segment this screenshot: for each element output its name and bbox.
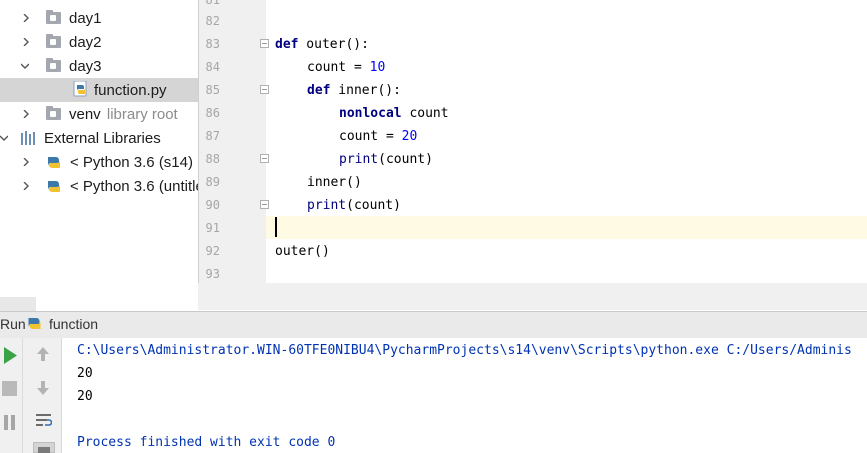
run-tab-label[interactable]: Run [0,316,26,332]
chevron-right-icon[interactable] [22,182,30,190]
python-sdk-icon [48,157,60,168]
tree-item-label: < Python 3.6 (untitled) [70,178,198,195]
console-exit-message: Process finished with exit code 0 [77,435,336,450]
code-text: count = [307,60,370,75]
builtin-print: print [339,152,379,167]
pause-icon[interactable] [3,415,17,430]
tree-item-python-untitled[interactable]: < Python 3.6 (untitled) [0,175,198,199]
fold-marker[interactable] [260,200,269,209]
line-number: 85 [205,83,220,97]
tree-item-label: External Libraries [44,130,161,147]
code-text: outer(): [298,37,369,52]
rerun-icon[interactable] [3,347,17,364]
console-output-line: 20 [77,389,93,404]
folder-icon [46,106,61,120]
tree-item-label: day1 [69,10,102,27]
tree-item-label: venv library root [69,107,178,123]
fold-marker[interactable] [260,85,269,94]
tree-item-day1[interactable]: day1 [0,7,198,31]
tree-item-external-libraries[interactable]: External Libraries [0,127,198,151]
folder-icon [46,34,61,48]
line-number: 82 [205,14,220,28]
python-run-config-icon [28,318,41,329]
console-toolbar [23,338,62,453]
python-sdk-icon [48,181,60,192]
code-line: count = 20 [339,129,417,144]
keyword-def: def [307,83,331,98]
code-text: (count) [378,152,433,167]
console-output-line: 20 [77,366,93,381]
folder-icon [46,10,61,24]
chevron-down-icon[interactable] [21,62,29,70]
line-number: 92 [205,244,220,258]
python-file-icon [73,81,87,97]
code-text: (count) [346,198,401,213]
tree-item-python-s14[interactable]: < Python 3.6 (s14) [0,151,198,175]
chevron-right-icon[interactable] [22,158,30,166]
line-number: 81 [205,0,220,7]
line-number: 91 [205,221,220,235]
keyword-nonlocal: nonlocal [339,106,402,121]
tree-item-day3[interactable]: day3 [0,55,198,79]
caret-line-highlight [266,216,867,239]
print-icon[interactable] [33,442,55,453]
code-line: outer() [275,244,330,259]
text-caret [275,217,277,237]
code-text: count [401,106,449,121]
chevron-right-icon[interactable] [22,110,30,118]
folder-icon [46,58,61,72]
chevron-down-icon[interactable] [0,134,8,142]
code-line: print(count) [307,198,401,213]
chevron-right-icon[interactable] [22,14,30,22]
line-number: 87 [205,129,220,143]
line-number: 93 [205,267,220,281]
tree-item-label: day2 [69,34,102,51]
fold-marker[interactable] [260,154,269,163]
soft-wrap-icon[interactable] [35,412,52,429]
venv-label: venv [69,106,101,123]
arrow-up-icon[interactable] [36,346,50,362]
tree-item-label: function.py [94,82,167,99]
line-number: 83 [205,37,220,51]
code-line: print(count) [339,152,433,167]
project-tree: day1 day2 day3 function.py venv library … [0,0,198,295]
code-line: inner() [307,175,362,190]
tree-item-venv[interactable]: venv library root [0,103,198,127]
tree-item-label: < Python 3.6 (s14) [70,154,193,171]
code-line: nonlocal count [339,106,449,121]
code-text: count = [339,129,402,144]
code-line: def inner(): [307,83,401,98]
run-tool-window-header [0,311,867,338]
builtin-print: print [307,198,347,213]
code-text: inner(): [330,83,401,98]
chevron-right-icon[interactable] [22,38,30,46]
run-toolbar [0,338,23,453]
console-command-line: C:\Users\Administrator.WIN-60TFE0NIBU4\P… [77,343,852,358]
line-number: 86 [205,106,220,120]
tree-item-label: day3 [69,58,102,75]
library-root-hint: library root [106,106,178,123]
libraries-icon [21,131,35,145]
tree-horizontal-scrollbar[interactable] [0,297,36,311]
stop-icon[interactable] [2,381,17,396]
print-icon-body [38,447,50,453]
number-literal: 20 [401,129,418,144]
code-line: count = 10 [307,60,385,75]
editor-bottom-area [198,283,867,310]
keyword-def: def [275,37,299,52]
line-number: 88 [205,152,220,166]
line-number: 89 [205,175,220,189]
tree-item-day2[interactable]: day2 [0,31,198,55]
tree-item-function-py[interactable]: function.py [0,78,198,102]
line-number: 90 [205,198,220,212]
line-number: 84 [205,60,220,74]
fold-marker[interactable] [260,39,269,48]
code-line: def outer(): [275,37,369,52]
number-literal: 10 [369,60,386,75]
arrow-down-icon[interactable] [36,380,50,396]
run-config-name[interactable]: function [49,316,98,332]
